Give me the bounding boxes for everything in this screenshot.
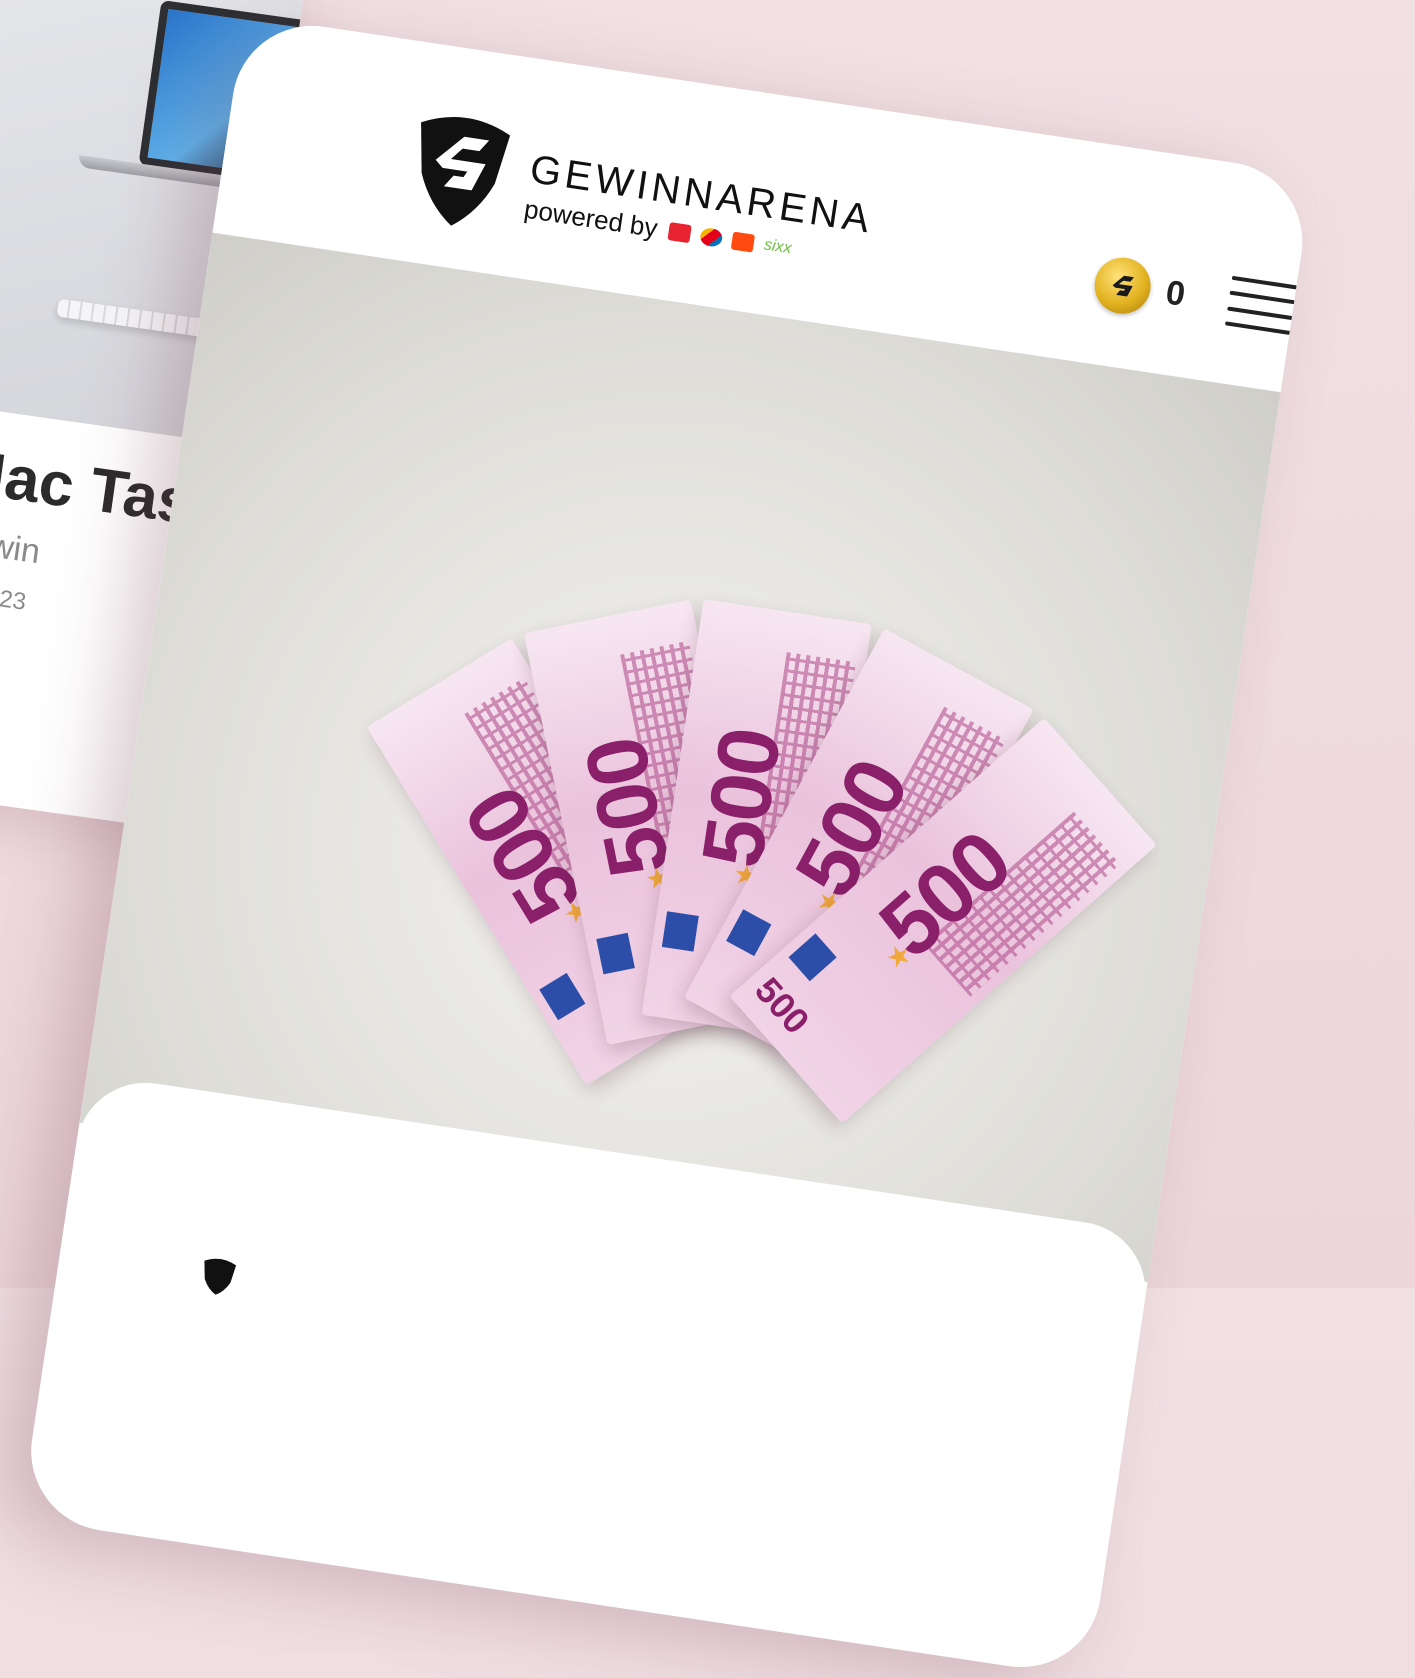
- eu-flag-icon: [726, 909, 772, 957]
- eu-flag-icon: [539, 972, 586, 1021]
- eu-flag-icon: [661, 911, 699, 952]
- eu-flag-icon: [788, 933, 837, 982]
- phone-screen: GEWINNARENA powered by sixx 0 500 ★ 500 …: [20, 15, 1314, 1678]
- hamburger-menu-icon[interactable]: [1224, 275, 1298, 335]
- pro7-logo-icon: [667, 221, 693, 243]
- coin-count: 0: [1163, 272, 1188, 314]
- brand-logo-text[interactable]: GEWINNARENA powered by sixx: [522, 147, 876, 275]
- sat1-logo-icon: [699, 226, 724, 248]
- eu-flag-icon: [596, 932, 635, 975]
- sixx-logo-icon: sixx: [762, 235, 793, 257]
- banknote-fan: 500 ★ 500 ★ 500 ★ 500 ★ 500 ★ 500: [366, 507, 1157, 1283]
- gewinnarena-small-icon: [204, 1258, 237, 1295]
- coin-balance[interactable]: 0: [1090, 253, 1189, 323]
- coin-icon: [1090, 253, 1155, 318]
- kabel1-logo-icon: [731, 231, 756, 253]
- gewinnarena-shield-icon[interactable]: [396, 101, 523, 236]
